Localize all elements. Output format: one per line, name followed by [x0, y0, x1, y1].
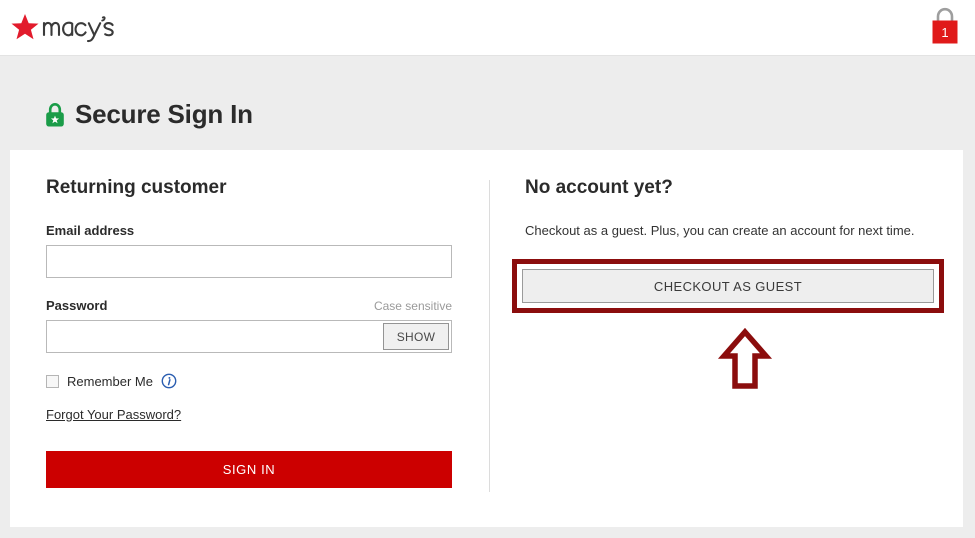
guest-checkout-description: Checkout as a guest. Plus, you can creat…: [525, 223, 915, 238]
checkout-as-guest-button[interactable]: CHECKOUT AS GUEST: [522, 269, 934, 303]
show-password-button[interactable]: SHOW: [383, 323, 449, 350]
remember-me-checkbox[interactable]: [46, 374, 59, 388]
page-title-text: Secure Sign In: [75, 99, 253, 129]
cart-button[interactable]: 1: [927, 5, 963, 47]
password-label: Password: [46, 298, 108, 313]
password-label-row: Password Case sensitive: [46, 298, 452, 313]
site-header: 1: [0, 0, 975, 56]
guest-checkout-heading: No account yet?: [525, 177, 673, 198]
returning-customer-heading: Returning customer: [46, 177, 227, 198]
macys-logo[interactable]: [10, 8, 126, 46]
remember-me-row: Remember Me: [46, 373, 452, 389]
page-title: Secure Sign In: [44, 99, 253, 130]
column-divider: [489, 180, 490, 492]
remember-me-label: Remember Me: [67, 373, 153, 389]
macys-wordmark: [42, 16, 114, 43]
cart-count: 1: [941, 25, 948, 40]
up-arrow-icon: [717, 328, 773, 389]
forgot-password-link[interactable]: Forgot Your Password?: [46, 407, 181, 422]
email-label: Email address: [46, 223, 135, 238]
signin-card: Returning customer Email address Passwor…: [10, 150, 963, 527]
cart-handle-icon: [936, 7, 954, 21]
sign-in-button[interactable]: SIGN IN: [46, 451, 452, 488]
case-sensitive-note: Case sensitive: [373, 299, 452, 313]
macys-star-icon: [11, 14, 39, 40]
email-input[interactable]: [46, 245, 452, 278]
up-arrow-annotation: [715, 328, 775, 390]
password-field-wrapper: SHOW: [46, 320, 452, 353]
guest-checkout-panel: No account yet? Checkout as a guest. Plu…: [525, 177, 943, 257]
returning-customer-panel: Returning customer Email address Passwor…: [46, 177, 452, 488]
green-padlock-icon: [46, 102, 64, 126]
email-label-row: Email address: [46, 223, 452, 238]
info-circle-icon[interactable]: [161, 373, 177, 389]
